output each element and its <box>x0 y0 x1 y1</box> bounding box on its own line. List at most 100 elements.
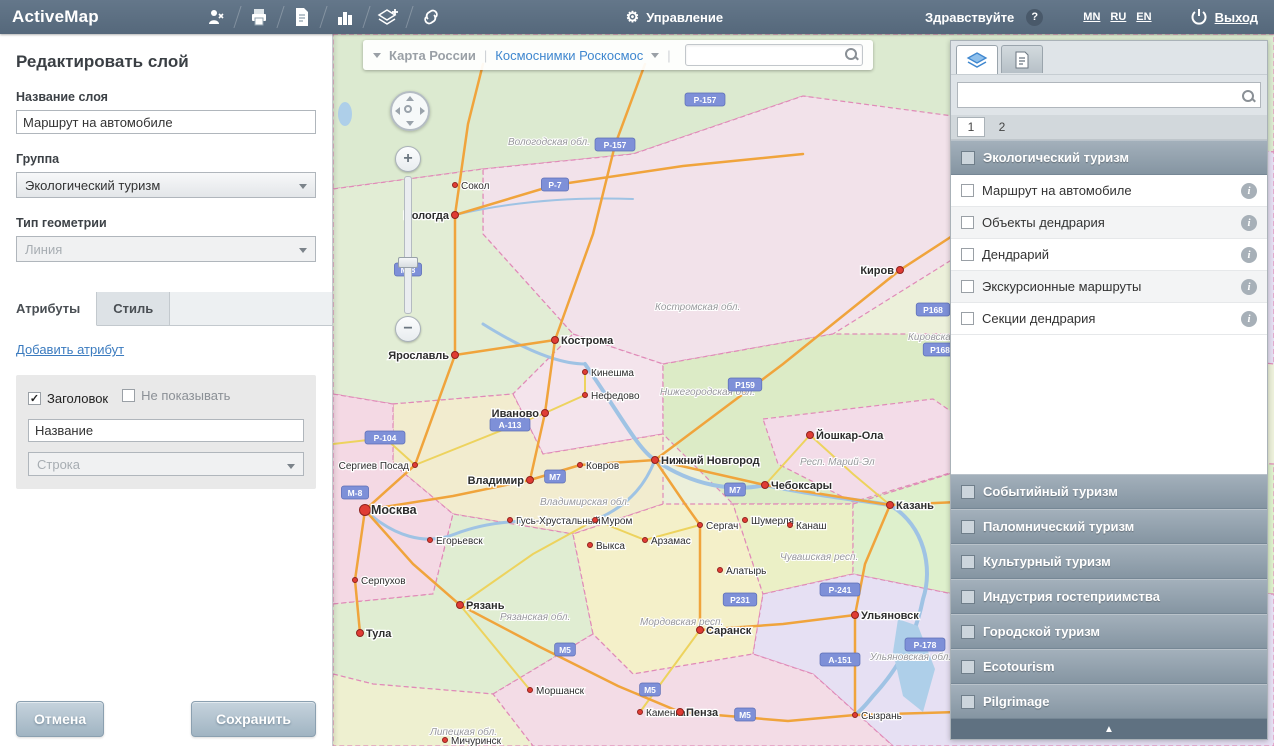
statistics-button[interactable] <box>324 0 366 34</box>
group-checkbox[interactable] <box>961 555 975 569</box>
add-layer-button[interactable] <box>367 0 409 34</box>
add-attribute-link[interactable]: Добавить атрибут <box>16 342 124 357</box>
svg-text:Чебоксары: Чебоксары <box>771 480 832 492</box>
svg-text:Мичуринск: Мичуринск <box>451 736 502 746</box>
search-icon[interactable] <box>1242 90 1254 102</box>
zoom-out-button[interactable]: − <box>395 316 421 342</box>
layer-group-header[interactable]: Pilgrimage <box>951 684 1267 719</box>
group-checkbox[interactable] <box>961 625 975 639</box>
cancel-button[interactable]: Отмена <box>16 701 104 737</box>
language-switcher: MN RU EN <box>1083 11 1151 23</box>
pan-control[interactable] <box>390 91 430 131</box>
layer-checkbox[interactable] <box>961 216 974 229</box>
layers-pagination: 12 <box>951 115 1267 140</box>
attribute-name-input[interactable] <box>28 419 304 442</box>
group-checkbox[interactable] <box>961 520 975 534</box>
layer-name-input[interactable] <box>16 110 316 134</box>
info-icon[interactable]: i <box>1241 183 1257 199</box>
page-2[interactable]: 2 <box>989 118 1015 136</box>
checkbox-icon[interactable]: ✓ <box>28 392 41 405</box>
layer-group-header[interactable]: Культурный туризм <box>951 544 1267 579</box>
legend-icon <box>1014 51 1030 69</box>
group-checkbox[interactable] <box>961 660 975 674</box>
svg-text:Чувашская респ.: Чувашская респ. <box>780 552 858 563</box>
page-1[interactable]: 1 <box>957 117 985 137</box>
print-button[interactable] <box>238 0 280 34</box>
printer-icon <box>249 7 269 27</box>
svg-text:Рязанская обл.: Рязанская обл. <box>500 611 570 623</box>
management-button[interactable]: ⚙ Управление <box>606 0 743 34</box>
pan-up-icon[interactable] <box>406 96 414 101</box>
tab-style[interactable]: Стиль <box>97 292 170 325</box>
logout-button[interactable]: Выход <box>1190 8 1258 26</box>
layer-checkbox[interactable] <box>961 248 974 261</box>
search-icon[interactable] <box>845 48 857 60</box>
lang-en[interactable]: EN <box>1136 11 1151 23</box>
layer-row[interactable]: Маршрут на автомобиле i <box>951 175 1267 207</box>
layer-label: Маршрут на автомобиле <box>982 183 1132 198</box>
satellite-layer-select[interactable]: Космоснимки Роскосмос <box>495 48 643 63</box>
group-checkbox[interactable] <box>961 590 975 604</box>
svg-text:Ульяновск: Ульяновск <box>861 610 919 622</box>
edit-user-button[interactable] <box>195 0 237 34</box>
save-button[interactable]: Сохранить <box>191 701 316 737</box>
layer-checkbox[interactable] <box>961 312 974 325</box>
info-icon[interactable]: i <box>1241 247 1257 263</box>
pan-down-icon[interactable] <box>406 121 414 126</box>
pan-right-icon[interactable] <box>420 107 425 115</box>
layer-group-header[interactable]: Событийный туризм <box>951 474 1267 509</box>
layer-group-header[interactable]: Паломнический туризм <box>951 509 1267 544</box>
info-icon[interactable]: i <box>1241 215 1257 231</box>
zoom-slider[interactable] <box>404 176 412 314</box>
layer-checkbox[interactable] <box>961 280 974 293</box>
pan-left-icon[interactable] <box>395 107 400 115</box>
geometry-select-value: Линия <box>25 242 62 257</box>
layer-row[interactable]: Объекты дендрария i <box>951 207 1267 239</box>
layer-group-header[interactable]: Индустрия гостеприимства <box>951 579 1267 614</box>
lang-ru[interactable]: RU <box>1110 11 1126 23</box>
info-icon[interactable]: i <box>1241 279 1257 295</box>
management-label: Управление <box>646 10 723 25</box>
pan-center-icon <box>404 105 412 113</box>
help-button[interactable]: ? <box>1026 9 1043 26</box>
group-label: Ecotourism <box>983 659 1055 674</box>
attribute-checkbox-0[interactable]: ✓ Заголовок <box>28 391 108 406</box>
svg-text:Р-104: Р-104 <box>374 433 397 443</box>
layer-checkbox[interactable] <box>961 184 974 197</box>
svg-text:Костромская обл.: Костромская обл. <box>655 301 740 313</box>
zoom-in-button[interactable]: + <box>395 146 421 172</box>
layer-row[interactable]: Дендрарийi <box>951 239 1267 271</box>
svg-text:Егорьевск: Егорьевск <box>436 536 483 547</box>
lang-mn[interactable]: MN <box>1083 11 1100 23</box>
layer-group-header[interactable]: Экологический туризм <box>951 140 1267 175</box>
tab-layers[interactable] <box>956 45 998 75</box>
base-layer-select[interactable]: Карта России <box>389 48 476 63</box>
layer-row[interactable]: Секции дендрарияi <box>951 303 1267 335</box>
checkbox-icon[interactable] <box>122 389 135 402</box>
map-search-input[interactable] <box>685 44 863 66</box>
layers-search-input[interactable] <box>957 82 1261 108</box>
layer-row[interactable]: Экскурсионные маршрутыi <box>951 271 1267 303</box>
checkbox-label: Заголовок <box>47 391 108 406</box>
group-select[interactable]: Экологический туризм <box>16 172 316 198</box>
layer-group-header[interactable]: Ecotourism <box>951 649 1267 684</box>
layer-label: Объекты дендрария <box>982 215 1105 230</box>
group-checkbox[interactable] <box>961 151 975 165</box>
svg-text:М5: М5 <box>644 685 656 695</box>
collapse-panel-button[interactable]: ▲ <box>951 719 1267 739</box>
chevron-down-icon[interactable] <box>373 53 381 58</box>
tab-attributes[interactable]: Атрибуты <box>0 292 97 326</box>
attribute-checkbox-1[interactable]: Не показывать <box>122 388 230 403</box>
chevron-down-icon[interactable] <box>651 53 659 58</box>
zoom-slider-handle[interactable] <box>398 257 418 268</box>
layer-group-header[interactable]: Городской туризм <box>951 614 1267 649</box>
info-icon[interactable]: i <box>1241 311 1257 327</box>
svg-text:Ульяновская обл.: Ульяновская обл. <box>869 651 951 663</box>
layer-groups: Экологический туризмМаршрут на автомобил… <box>951 140 1267 719</box>
group-spacer <box>951 335 1267 474</box>
group-checkbox[interactable] <box>961 485 975 499</box>
link-button[interactable] <box>410 0 452 34</box>
group-checkbox[interactable] <box>961 695 975 709</box>
report-button[interactable] <box>281 0 323 34</box>
tab-legend[interactable] <box>1001 45 1043 73</box>
